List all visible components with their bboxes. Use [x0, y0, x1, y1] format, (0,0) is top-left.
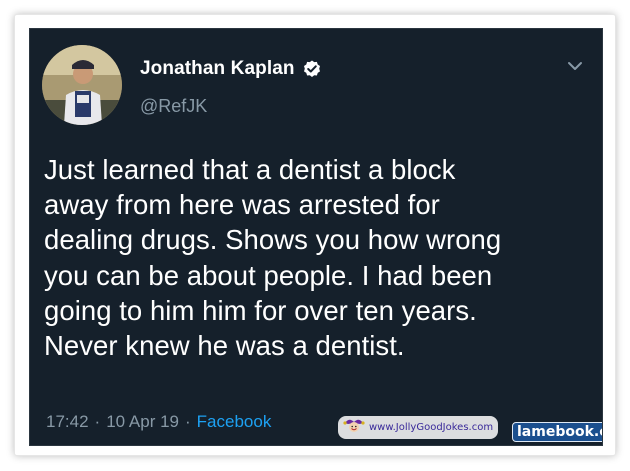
author-name[interactable]: Jonathan Kaplan	[140, 58, 295, 80]
tweet-text-line: dealing drugs. Shows you how wrong	[44, 224, 502, 256]
tweet-time[interactable]: 17:42	[46, 412, 89, 432]
tweet-text-line: you can be about people. I had been	[44, 259, 493, 291]
tweet-card: Jonathan Kaplan @RefJK Just learned that…	[29, 28, 603, 446]
meta-separator: ·	[94, 412, 101, 431]
avatar[interactable]	[42, 45, 122, 125]
tweet-text-line: away from here was arrested for	[44, 189, 440, 221]
tweet-text: Just learned that a dentist a block away…	[44, 152, 594, 363]
chevron-down-icon[interactable]	[566, 59, 584, 71]
tweet-text-line: Just learned that a dentist a block	[44, 154, 456, 185]
tweet-meta: 17:42 · 10 Apr 19 · Facebook	[46, 412, 271, 432]
jollygoodjokes-text: www.JollyGoodJokes.com	[369, 422, 494, 433]
meta-separator: ·	[185, 412, 191, 431]
image-frame: Jonathan Kaplan @RefJK Just learned that…	[14, 14, 616, 456]
tweet-text-line: Never knew he was a dentist.	[44, 330, 405, 362]
author-handle[interactable]: @RefJK	[140, 96, 207, 117]
tweet-date[interactable]: 10 Apr 19	[106, 412, 179, 432]
jester-logo-icon	[343, 417, 365, 438]
jollygoodjokes-watermark: www.JollyGoodJokes.com	[338, 416, 499, 439]
tweet-source-link[interactable]: Facebook	[197, 412, 272, 432]
avatar-photo	[42, 45, 122, 125]
verified-badge-icon	[303, 60, 321, 78]
tweet-text-line: going to him him for over ten years.	[44, 294, 477, 326]
lamebook-watermark: lamebook.com	[512, 422, 602, 442]
author-row: Jonathan Kaplan	[140, 58, 321, 80]
